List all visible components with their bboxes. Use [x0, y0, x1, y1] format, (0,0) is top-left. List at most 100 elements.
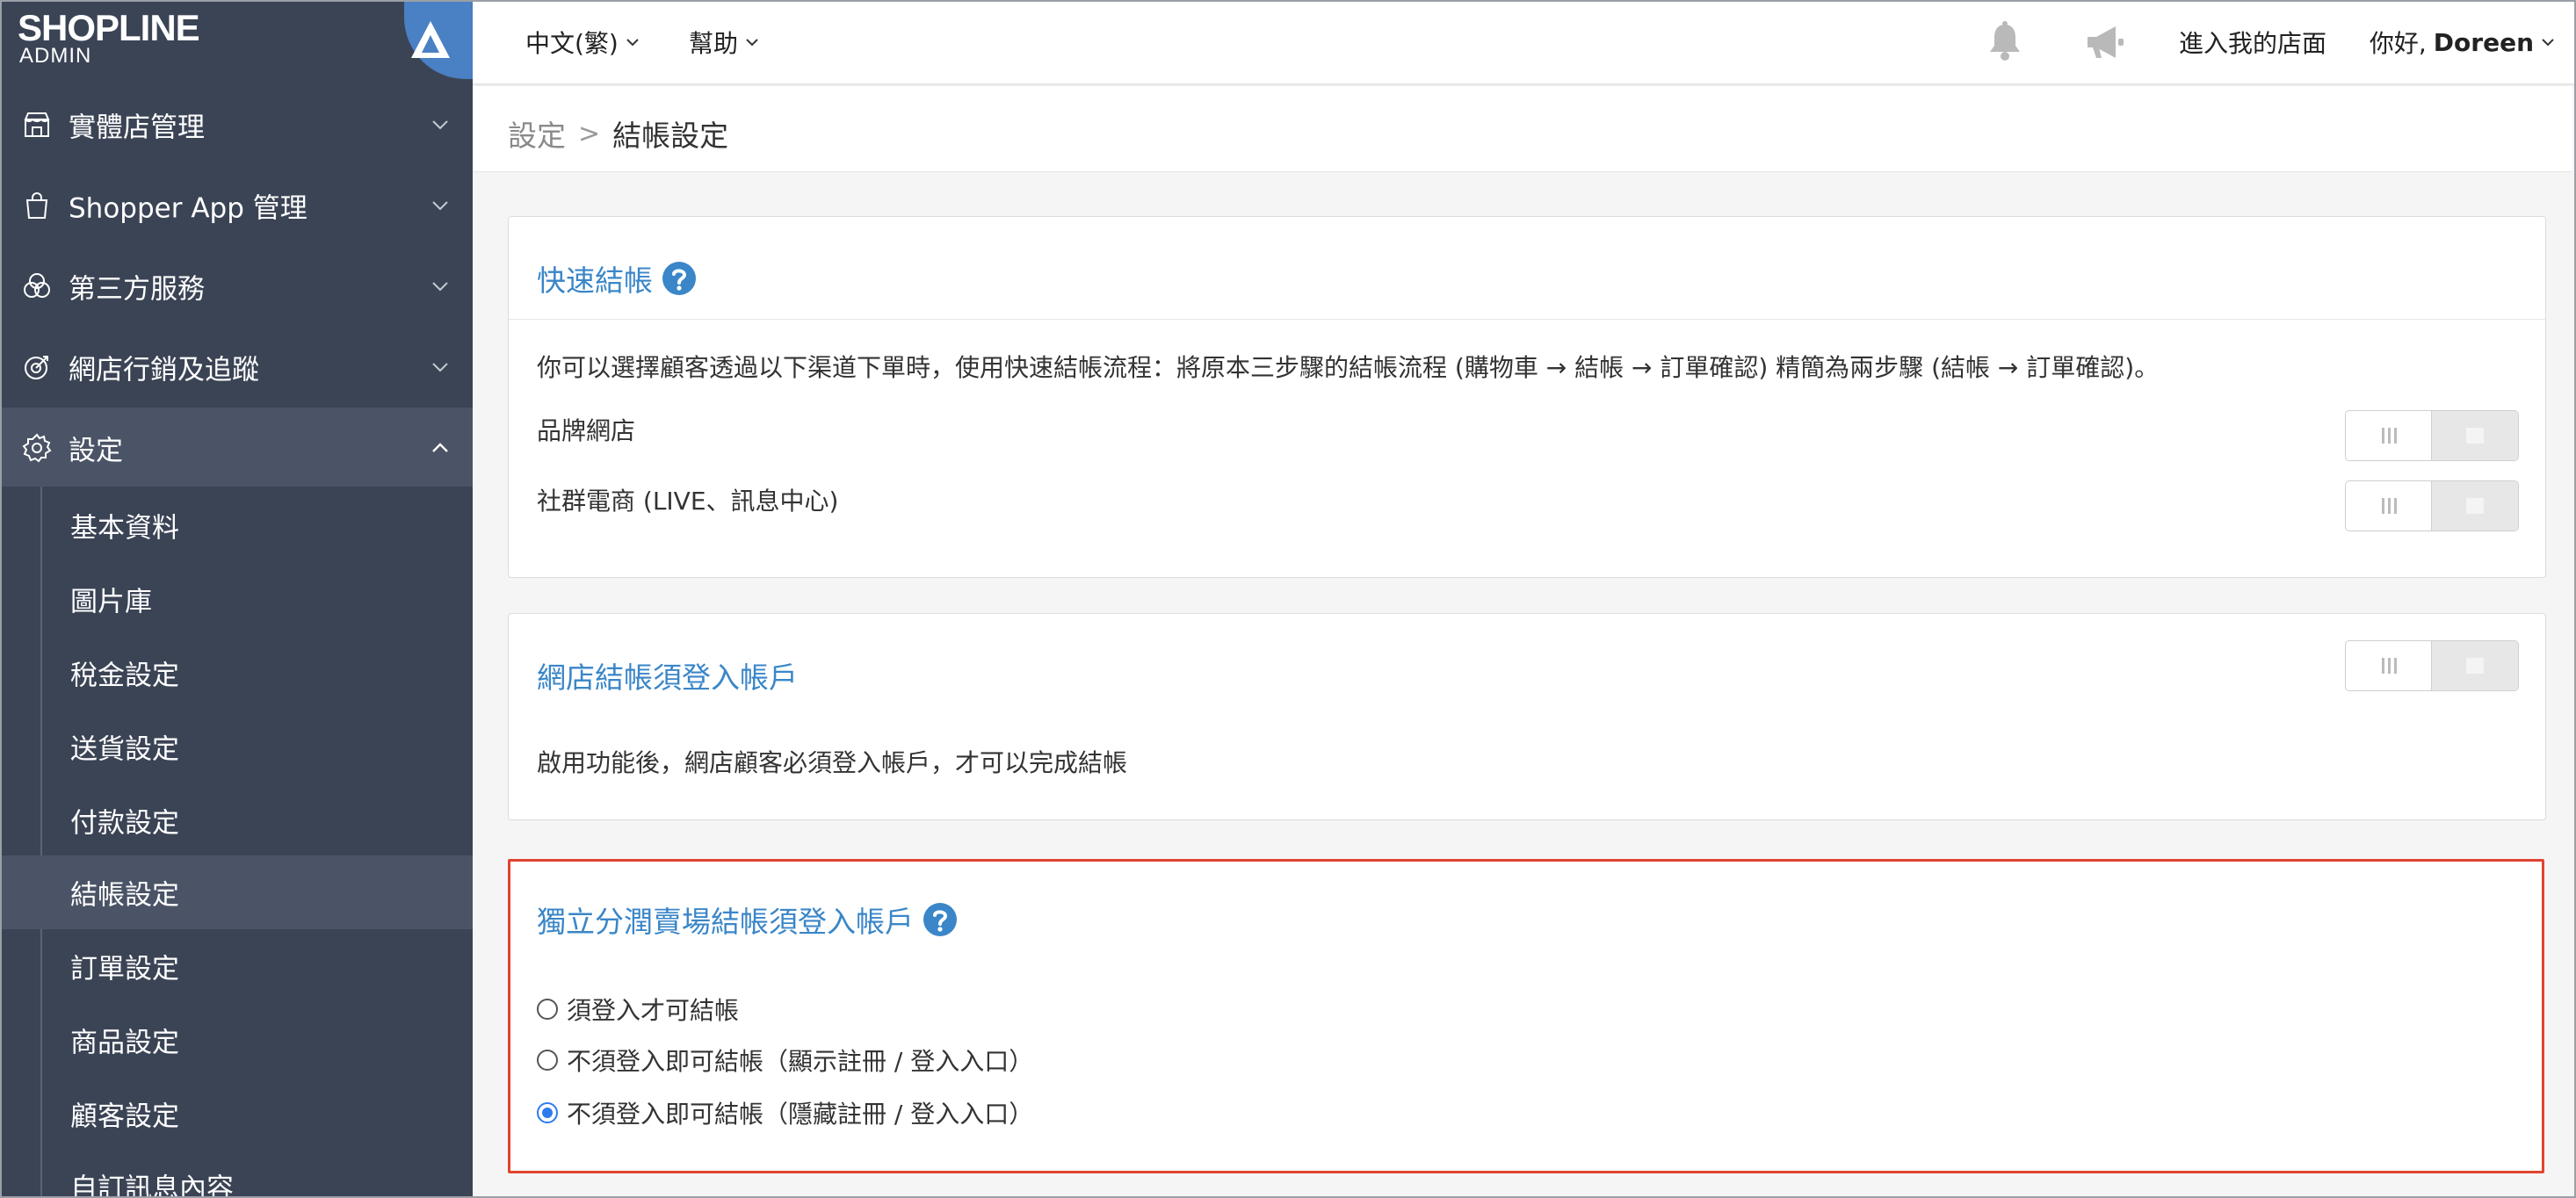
radio-button-selected[interactable] [537, 1102, 558, 1123]
card-title-text: 快速結帳 [537, 263, 653, 298]
visit-store-link[interactable]: 進入我的店面 [2179, 25, 2326, 60]
radio-option-label: 須登入才可結帳 [567, 996, 740, 1025]
breadcrumb-bar: 設定 > 結帳設定 [473, 86, 2572, 172]
radio-option-no-login-hide-entry[interactable]: 不須登入即可結帳（隱藏註冊 / 登入入口） [537, 1095, 1033, 1130]
chevron-down-icon [2542, 39, 2554, 47]
user-menu[interactable]: 你好, Doreen [2370, 25, 2555, 60]
subnav-item-label: 商品設定 [70, 1027, 179, 1059]
question-circle-icon[interactable] [923, 902, 958, 937]
page-title: 結帳設定 [612, 119, 729, 153]
chevron-down-icon [746, 39, 758, 47]
subnav-item-tax[interactable]: 稅金設定 [0, 636, 473, 710]
shopping-bag-icon [25, 192, 48, 219]
subnav-item-label: 付款設定 [70, 807, 179, 840]
subnav-item-label: 顧客設定 [70, 1101, 179, 1133]
sidebar-item-third-party[interactable]: 第三方服務 [0, 246, 473, 327]
chevron-down-icon [432, 282, 448, 292]
brand-store-toggle[interactable] [2345, 410, 2519, 461]
radio-button[interactable] [537, 999, 558, 1020]
login-required-description: 啟用功能後，網店顧客必須登入帳戶，才可以完成結帳 [537, 748, 1128, 777]
subnav-item-label: 訂單設定 [70, 953, 179, 985]
card-divider [509, 319, 2545, 320]
language-dropdown[interactable]: 中文(繁) [525, 25, 640, 60]
toggle-bars-icon [2381, 498, 2397, 514]
breadcrumb-separator: > [578, 118, 601, 149]
subnav-item-delivery[interactable]: 送貨設定 [0, 710, 473, 783]
radio-option-login-required[interactable]: 須登入才可結帳 [537, 992, 739, 1027]
sidebar-item-label: 實體店管理 [69, 112, 205, 144]
bell-icon[interactable] [1982, 19, 2028, 65]
breadcrumb-parent-link[interactable]: 設定 [508, 112, 566, 155]
radio-option-no-login-show-entry[interactable]: 不須登入即可結帳（顯示註冊 / 登入入口） [537, 1043, 1033, 1078]
megaphone-icon[interactable] [2080, 19, 2126, 65]
toggle-on-segment [2346, 411, 2433, 460]
login-required-card: 網店結帳須登入帳戶 啟用功能後，網店顧客必須登入帳戶，才可以完成結帳 [508, 613, 2546, 820]
store-icon [24, 112, 50, 137]
quick-checkout-title: 快速結帳 [537, 257, 697, 300]
user-name: Doreen [2433, 27, 2534, 57]
toggle-on-segment [2346, 481, 2433, 530]
subnav-item-checkout[interactable]: 結帳設定 [0, 855, 473, 929]
login-required-toggle[interactable] [2345, 640, 2519, 691]
chevron-up-icon [432, 443, 448, 452]
help-dropdown[interactable]: 幫助 [689, 25, 759, 60]
brand-logo: SHOPLINE [18, 7, 200, 48]
radio-option-label: 不須登入即可結帳（隱藏註冊 / 登入入口） [567, 1100, 1034, 1129]
toggle-block-icon [2466, 428, 2484, 444]
subnav-item-image-library[interactable]: 圖片庫 [0, 562, 473, 636]
quick-checkout-description: 你可以選擇顧客透過以下渠道下單時，使用快速結帳流程：將原本三步驟的結帳流程 (購… [537, 353, 2160, 382]
subnav-item-label: 基本資料 [70, 512, 179, 545]
subnav-item-product[interactable]: 商品設定 [0, 1003, 473, 1077]
circles-icon [24, 273, 50, 298]
sidebar-item-label: 第三方服務 [69, 273, 205, 306]
toggle-block-icon [2466, 658, 2484, 674]
brand-header[interactable]: SHOPLINE ADMIN [0, 0, 473, 79]
chevron-down-icon [626, 39, 639, 47]
toggle-off-segment [2431, 641, 2518, 690]
chevron-down-icon [432, 363, 448, 372]
sidebar-item-store-management[interactable]: 實體店管理 [0, 84, 473, 165]
quick-checkout-card: 快速結帳 你可以選擇顧客透過以下渠道下單時，使用快速結帳流程：將原本三步驟的結帳… [508, 216, 2546, 578]
shopline-mark-icon [411, 21, 450, 58]
sidebar-item-label: 設定 [69, 435, 123, 467]
quick-checkout-row-label: 社群電商 (LIVE、訊息中心) [537, 487, 839, 516]
target-icon [25, 356, 48, 379]
subnav-item-payment[interactable]: 付款設定 [0, 783, 473, 857]
gear-icon [22, 433, 52, 463]
toggle-on-segment [2346, 641, 2433, 690]
radio-option-label: 不須登入即可結帳（顯示註冊 / 登入入口） [567, 1047, 1034, 1076]
radio-button[interactable] [537, 1050, 558, 1071]
top-bar: 中文(繁) 幫助 進入我的店面 你好, Doreen [473, 0, 2576, 84]
help-label: 幫助 [689, 29, 739, 58]
subnav-item-label: 自訂訊息內容 [70, 1173, 234, 1198]
greeting-prefix: 你好, [2369, 29, 2427, 58]
affiliate-login-title: 獨立分潤賣場結帳須登入帳戶 [537, 898, 958, 941]
card-title-text: 獨立分潤賣場結帳須登入帳戶 [537, 905, 914, 939]
subnav-item-basic-info[interactable]: 基本資料 [0, 488, 473, 562]
toggle-block-icon [2466, 498, 2484, 514]
sidebar-item-label: Shopper App 管理 [69, 192, 308, 225]
toggle-off-segment [2431, 411, 2518, 460]
toggle-bars-icon [2381, 658, 2397, 674]
affiliate-login-card: 獨立分潤賣場結帳須登入帳戶 須登入才可結帳 不須登入即可結帳（顯示註冊 / 登入… [508, 859, 2544, 1173]
subnav-item-label: 送貨設定 [70, 733, 179, 766]
chevron-down-icon [432, 201, 448, 211]
sidebar-item-marketing[interactable]: 網店行銷及追蹤 [0, 327, 473, 408]
sidebar-item-shopper-app[interactable]: Shopper App 管理 [0, 165, 473, 246]
chevron-down-icon [432, 120, 448, 130]
subnav-item-customer[interactable]: 顧客設定 [0, 1077, 473, 1151]
subnav-item-label: 結帳設定 [70, 879, 179, 912]
social-commerce-toggle[interactable] [2345, 480, 2519, 531]
toggle-off-segment [2431, 481, 2518, 530]
subnav-item-label: 圖片庫 [70, 586, 152, 618]
toggle-bars-icon [2381, 428, 2397, 444]
sidebar-item-settings[interactable]: 設定 [0, 408, 473, 488]
sidebar: SHOPLINE ADMIN 實體店管理 Shopper App 管理 第三方服… [0, 0, 473, 1198]
subnav-item-order[interactable]: 訂單設定 [0, 929, 473, 1003]
language-label: 中文(繁) [525, 29, 619, 58]
question-circle-icon[interactable] [662, 261, 697, 296]
brand-subtitle: ADMIN [19, 44, 92, 68]
breadcrumb: 設定 > 結帳設定 [508, 112, 728, 155]
subnav-item-custom-message[interactable]: 自訂訊息內容 [0, 1149, 473, 1198]
sidebar-item-label: 網店行銷及追蹤 [69, 354, 259, 386]
